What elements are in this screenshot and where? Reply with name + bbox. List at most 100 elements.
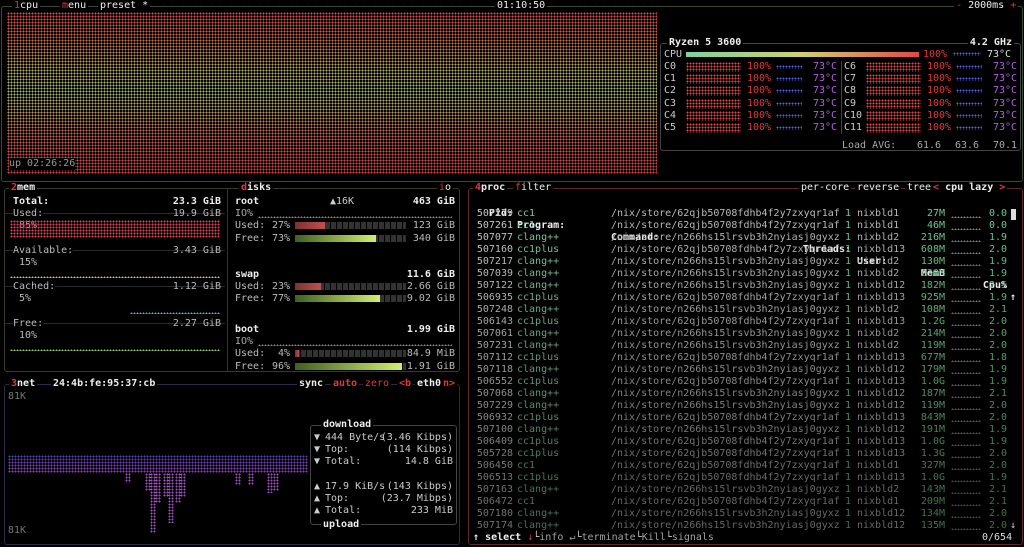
cell-user: nixbld12: [857, 520, 906, 531]
table-row[interactable]: 506409 cc1plus/nix/store/62qjb50708fdhb4f…: [469, 436, 1022, 448]
table-row[interactable]: 505728 cc1plus/nix/store/62qjb50708fdhb4f…: [469, 448, 1022, 460]
next-interface-button[interactable]: n>: [441, 378, 458, 390]
cell-mem: 182M: [920, 280, 945, 291]
per-core-toggle[interactable]: per-core: [799, 182, 852, 194]
net-stat-label: Total:: [325, 505, 362, 517]
interval-increase-button[interactable]: +: [1010, 0, 1016, 11]
core-percent: 100%: [927, 97, 952, 109]
clock: 01:10:50: [495, 0, 548, 12]
scrollbar-thumb[interactable]: [1011, 209, 1016, 220]
table-row[interactable]: 506513 cc1plus/nix/store/62qjb50708fdhb4f…: [469, 472, 1022, 484]
net-stat-value: (114 Kibps): [386, 444, 453, 456]
cell-mem: 327M: [920, 460, 945, 471]
table-row[interactable]: 507122 clang++/nix/store/n266hs15lrsvb3h2…: [469, 280, 1022, 292]
zero-toggle[interactable]: zero: [363, 378, 392, 390]
mem-graph: [10, 275, 220, 278]
cell-program: clang++: [517, 388, 560, 399]
table-row[interactable]: 507163 clang++/nix/store/n266hs15lrsvb3h2…: [469, 484, 1022, 496]
table-row[interactable]: 506450 cc1/nix/store/62qjb50708fdhb4f2y7z…: [469, 460, 1022, 472]
cell-program: cc1plus: [517, 436, 560, 447]
net-title[interactable]: net: [17, 378, 35, 389]
cell-mem: 143M: [920, 484, 945, 495]
process-count: 0/654: [981, 532, 1014, 544]
core-temp: 73°C: [813, 61, 838, 72]
select-up-icon[interactable]: ↑: [473, 532, 479, 543]
table-row[interactable]: 507231 clang++/nix/store/n266hs15lrsvb3h2…: [469, 340, 1022, 352]
table-row[interactable]: 506552 cc1plus/nix/store/62qjb50708fdhb4f…: [469, 376, 1022, 388]
cell-mem: 108M: [920, 304, 945, 315]
table-row[interactable]: 507160 cc1plus/nix/store/62qjb50708fdhb4f…: [469, 244, 1022, 256]
mem-label: Cached:: [13, 281, 56, 293]
disk-used-percent: 27%: [271, 220, 290, 232]
table-row[interactable]: 507061 clang++/nix/store/n266hs15lrsvb3h2…: [469, 328, 1022, 340]
mem-title[interactable]: mem: [17, 182, 35, 193]
tree-toggle[interactable]: tree: [905, 182, 934, 194]
table-row[interactable]: 507217 clang++/nix/store/n266hs15lrsvb3h2…: [469, 256, 1022, 268]
cell-cpu: 1.9: [988, 256, 1007, 267]
table-row[interactable]: 507279 cc1/nix/store/62qjb50708fdhb4f2y7z…: [469, 208, 1022, 220]
cell-user: nixbld12: [857, 388, 906, 399]
cpu-graph: [951, 324, 981, 326]
core-percent: 100%: [747, 97, 772, 109]
table-row[interactable]: 507248 clang++/nix/store/n266hs15lrsvb3h2…: [469, 304, 1022, 316]
table-row[interactable]: 507039 clang++/nix/store/n266hs15lrsvb3h2…: [469, 268, 1022, 280]
table-row[interactable]: 506935 cc1plus/nix/store/62qjb50708fdhb4f…: [469, 292, 1022, 304]
cpu-graph: [951, 504, 981, 506]
interval-decrease-button[interactable]: -: [956, 0, 962, 11]
table-row[interactable]: 506143 cc1plus/nix/store/62qjb50708fdhb4f…: [469, 316, 1022, 328]
io-toggle[interactable]: io: [437, 182, 454, 194]
cell-cpu: 1.9: [988, 268, 1007, 279]
cpu-title[interactable]: cpu: [20, 0, 38, 11]
table-row[interactable]: 507077 clang++/nix/store/n266hs15lrsvb3h2…: [469, 232, 1022, 244]
cell-pid: 505728: [476, 448, 513, 459]
table-row[interactable]: 507174 clang++/nix/store/n266hs15lrsvb3h2…: [469, 520, 1022, 532]
cell-mem: 1.2G: [920, 316, 945, 327]
net-arrow-icon: ▼: [314, 432, 321, 443]
table-row[interactable]: 507112 cc1plus/nix/store/62qjb50708fdhb4f…: [469, 352, 1022, 364]
table-row[interactable]: 506472 cc1/nix/store/62qjb50708fdhb4f2y7z…: [469, 496, 1022, 508]
table-row[interactable]: 507068 clang++/nix/store/n266hs15lrsvb3h2…: [469, 388, 1022, 400]
cell-pid: 507229: [476, 400, 513, 411]
cell-threads: 1: [844, 208, 851, 219]
reverse-toggle[interactable]: reverse: [855, 182, 902, 194]
sync-toggle[interactable]: sync: [297, 378, 326, 390]
table-row[interactable]: 507100 clang++/nix/store/n266hs15lrsvb3h2…: [469, 424, 1022, 436]
cell-cpu: 2.0: [988, 328, 1007, 339]
cell-mem: 214M: [920, 328, 945, 339]
table-row[interactable]: 507261 cc1/nix/store/62qjb50708fdhb4f2y7z…: [469, 220, 1022, 232]
preset-button[interactable]: preset *: [98, 0, 151, 12]
proc-panel: 4proc filter per-core reverse tree < cpu…: [468, 182, 1023, 545]
table-row[interactable]: 506932 cc1plus/nix/store/62qjb50708fdhb4f…: [469, 412, 1022, 424]
cell-threads: 1: [844, 220, 851, 231]
select-down-icon[interactable]: ↓: [527, 532, 533, 543]
cpu-graph: [951, 468, 981, 470]
signals-button[interactable]: signals: [672, 532, 714, 543]
scroll-down-icon[interactable]: ↓: [1010, 520, 1016, 532]
info-button[interactable]: info: [539, 532, 563, 543]
terminate-button[interactable]: terminate: [581, 532, 635, 543]
sort-mode: cpu lazy: [945, 182, 994, 193]
prev-interface-button[interactable]: <b: [397, 378, 414, 390]
cell-threads: 1: [844, 304, 851, 315]
auto-toggle[interactable]: auto: [331, 378, 360, 390]
disk-size: 463 GiB: [412, 196, 455, 207]
cell-cpu: 2.0: [988, 508, 1007, 519]
kill-button[interactable]: Kill: [642, 532, 666, 543]
sort-next-button[interactable]: >: [999, 182, 1005, 193]
mem-total-label: Total:: [13, 196, 50, 207]
filter-button[interactable]: filter: [513, 182, 554, 194]
mem-label: Used:: [13, 208, 44, 220]
proc-title[interactable]: proc: [481, 182, 505, 193]
core-usage-graph: [686, 123, 741, 133]
sort-prev-button[interactable]: <: [933, 182, 939, 193]
cell-user: nixbld1: [857, 460, 900, 471]
cpu-graph: [951, 384, 981, 386]
table-row[interactable]: 507180 clang++/nix/store/n266hs15lrsvb3h2…: [469, 508, 1022, 520]
menu-button[interactable]: menu: [60, 0, 89, 12]
table-row[interactable]: 507118 clang++/nix/store/n266hs15lrsvb3h2…: [469, 364, 1022, 376]
disks-title[interactable]: disks: [239, 182, 274, 194]
cell-cpu: 1.9: [988, 424, 1007, 435]
core-temp: 73°C: [813, 97, 838, 109]
core-temp-graph: [956, 126, 982, 130]
table-row[interactable]: 507229 clang++/nix/store/n266hs15lrsvb3h2…: [469, 400, 1022, 412]
